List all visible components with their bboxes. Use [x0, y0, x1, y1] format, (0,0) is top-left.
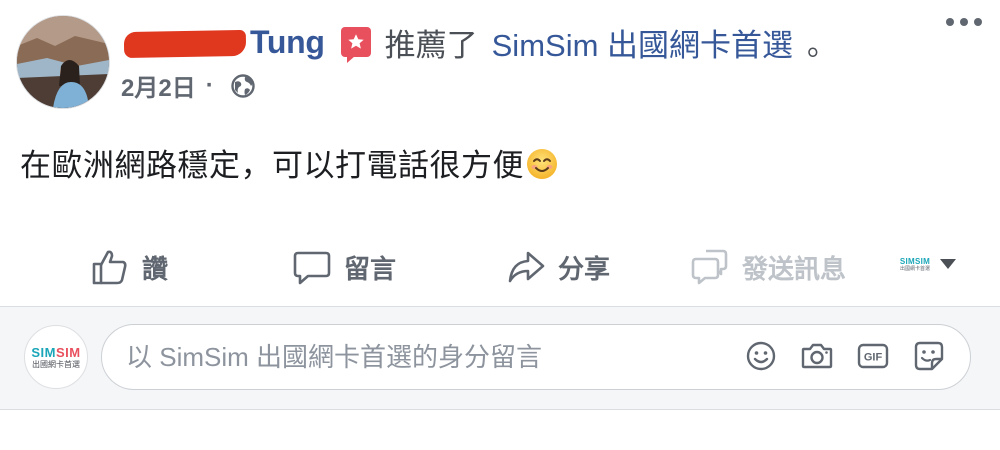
- camera-icon[interactable]: [800, 339, 834, 373]
- page-link[interactable]: SimSim 出國網卡首選: [492, 20, 793, 65]
- post-card: Tung 推薦了 SimSim 出國網卡首選 。 2月2日 · 在歐洲網路穩定，…: [0, 0, 1000, 410]
- avatar-photo: [17, 16, 109, 108]
- page-avatar-tagline: 出國網卡首選: [32, 359, 80, 369]
- send-message-label: 發送訊息: [742, 253, 847, 284]
- share-label: 分享: [558, 253, 611, 284]
- mini-logo-tagline: 出國網卡首選: [899, 265, 930, 272]
- like-thumb-icon: [92, 250, 127, 285]
- more-dot: [960, 18, 968, 26]
- redaction-mark: [123, 29, 247, 59]
- period: 。: [807, 29, 838, 62]
- recommend-verb: 推薦了: [384, 27, 478, 63]
- post-meta: 2月2日 ·: [121, 68, 256, 103]
- comment-box[interactable]: GIF: [101, 324, 971, 390]
- smile-emoji-icon: [527, 149, 557, 179]
- page-avatar-brand-a: SIM: [31, 344, 56, 360]
- page-avatar-brand-b: SIM: [56, 344, 81, 360]
- composer-tools: GIF: [744, 339, 946, 373]
- post-body-text: 在歐洲網路穩定，可以打電話很方便: [20, 148, 524, 183]
- more-dot: [974, 18, 982, 26]
- action-bar: 讚 留言 分享 發送訊息 SIMSIM 出國網卡首選: [0, 236, 1000, 298]
- share-button[interactable]: 分享: [506, 236, 610, 298]
- author-name-text: Tung: [250, 23, 325, 60]
- post-date[interactable]: 2月2日: [121, 68, 196, 103]
- comment-bubble-icon: [293, 251, 331, 285]
- more-options-icon[interactable]: [946, 18, 982, 26]
- page-avatar[interactable]: SIMSIM 出國網卡首選: [24, 325, 88, 389]
- send-message-button[interactable]: 發送訊息: [690, 236, 846, 298]
- author-name[interactable]: Tung: [123, 23, 325, 61]
- sticker-icon[interactable]: [912, 339, 946, 373]
- card-bottom-border: [0, 409, 1000, 410]
- gif-icon[interactable]: GIF: [856, 339, 890, 373]
- comment-composer-area: SIMSIM 出國網卡首選 GIF: [0, 307, 1000, 409]
- page-identity-switcher[interactable]: SIMSIM 出國網卡首選: [898, 254, 956, 274]
- globe-icon[interactable]: [230, 73, 256, 99]
- share-arrow-icon: [508, 251, 545, 283]
- send-message-icon: [691, 249, 728, 285]
- svg-text:GIF: GIF: [864, 352, 883, 364]
- mini-logo-brand: SIMSIM: [899, 256, 931, 266]
- caret-down-icon: [940, 259, 956, 269]
- emoji-picker-icon[interactable]: [744, 339, 778, 373]
- like-label: 讚: [142, 253, 169, 284]
- comment-label: 留言: [344, 253, 397, 284]
- post-header-line: Tung 推薦了 SimSim 出國網卡首選 。: [123, 16, 838, 68]
- page-mini-logo: SIMSIM 出國網卡首選: [898, 254, 932, 274]
- comment-button[interactable]: 留言: [292, 236, 396, 298]
- like-button[interactable]: 讚: [90, 236, 168, 298]
- page-avatar-brand: SIMSIM: [31, 345, 80, 360]
- post-body: 在歐洲網路穩定，可以打電話很方便: [20, 140, 558, 185]
- author-avatar[interactable]: [16, 15, 110, 109]
- more-dot: [946, 18, 954, 26]
- recommend-star-icon: [340, 27, 371, 63]
- meta-separator: ·: [205, 71, 214, 99]
- comment-input[interactable]: [126, 339, 686, 375]
